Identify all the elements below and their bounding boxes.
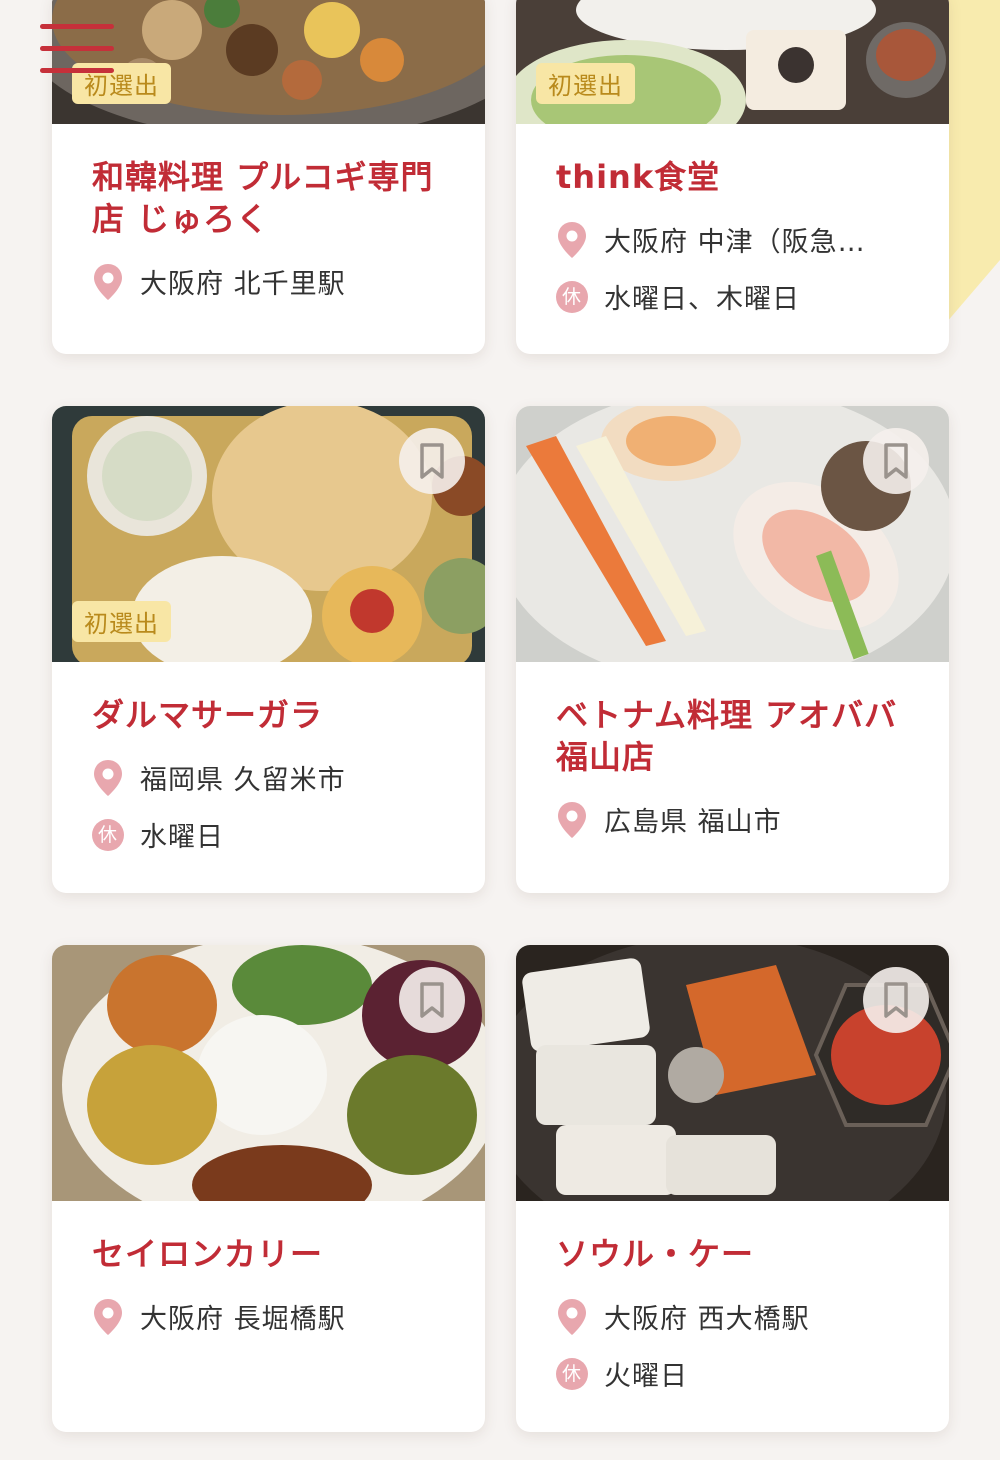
restaurant-card[interactable]: ソウル・ケー 大阪府 西大橋駅 休 火曜日: [516, 945, 949, 1432]
bookmark-button[interactable]: [399, 428, 465, 494]
location-pin-icon: [92, 1298, 124, 1336]
restaurant-card[interactable]: 初選出 think食堂 大阪府 中津（阪急… 休 水曜日、木曜日: [516, 0, 949, 354]
restaurant-name: think食堂: [556, 158, 721, 196]
restaurant-location: 福岡県 久留米市: [140, 765, 346, 796]
bookmark-icon: [884, 443, 908, 479]
menu-line: [40, 68, 114, 73]
hamburger-menu-button[interactable]: [40, 20, 114, 82]
holiday-icon: 休: [92, 818, 124, 851]
bookmark-button[interactable]: [399, 967, 465, 1033]
location-pin-icon: [92, 759, 124, 797]
new-selection-badge: 初選出: [536, 63, 635, 104]
holiday-icon: 休: [556, 1357, 588, 1390]
restaurant-photo: 初選出: [52, 406, 485, 662]
bookmark-icon: [420, 443, 444, 479]
restaurant-location: 大阪府 北千里駅: [140, 269, 346, 300]
restaurant-location: 大阪府 西大橋駅: [604, 1304, 810, 1335]
restaurant-name: ダルマサーガラ: [92, 696, 324, 734]
restaurant-location: 大阪府 長堀橋駅: [140, 1304, 346, 1335]
bookmark-button[interactable]: [863, 967, 929, 1033]
location-pin-icon: [556, 801, 588, 839]
restaurant-card[interactable]: ベトナム料理 アオババ 福山店 広島県 福山市: [516, 406, 949, 893]
restaurant-photo: 初選出: [516, 0, 949, 124]
location-pin-icon: [556, 221, 588, 259]
restaurant-photo: [516, 945, 949, 1201]
restaurant-holiday: 水曜日: [140, 822, 224, 853]
location-pin-icon: [92, 263, 124, 301]
restaurant-photo: [52, 945, 485, 1201]
restaurant-photo: 初選出: [52, 0, 485, 124]
menu-line: [40, 46, 114, 51]
holiday-icon: 休: [556, 280, 588, 313]
decorative-background-shape: [940, 0, 1000, 330]
restaurant-card[interactable]: 初選出 和韓料理 プルコギ専門店 じゅろく 大阪府 北千里駅: [52, 0, 485, 354]
restaurant-location: 広島県 福山市: [604, 807, 782, 838]
restaurant-photo: [516, 406, 949, 662]
restaurant-name: ベトナム料理 アオババ 福山店: [556, 696, 898, 776]
restaurant-location: 大阪府 中津（阪急…: [604, 227, 866, 258]
restaurant-card[interactable]: 初選出 ダルマサーガラ 福岡県 久留米市 休 水曜日: [52, 406, 485, 893]
bookmark-button[interactable]: [863, 428, 929, 494]
restaurant-name: ソウル・ケー: [556, 1235, 755, 1273]
restaurant-holiday: 水曜日、木曜日: [604, 284, 800, 315]
restaurant-name: セイロンカリー: [92, 1235, 324, 1273]
bookmark-icon: [420, 982, 444, 1018]
restaurant-card[interactable]: セイロンカリー 大阪府 長堀橋駅: [52, 945, 485, 1432]
menu-line: [40, 24, 114, 29]
restaurant-holiday: 火曜日: [604, 1361, 688, 1392]
bookmark-icon: [884, 982, 908, 1018]
location-pin-icon: [556, 1298, 588, 1336]
restaurant-name: 和韓料理 プルコギ専門店 じゅろく: [92, 158, 434, 238]
new-selection-badge: 初選出: [72, 601, 171, 642]
